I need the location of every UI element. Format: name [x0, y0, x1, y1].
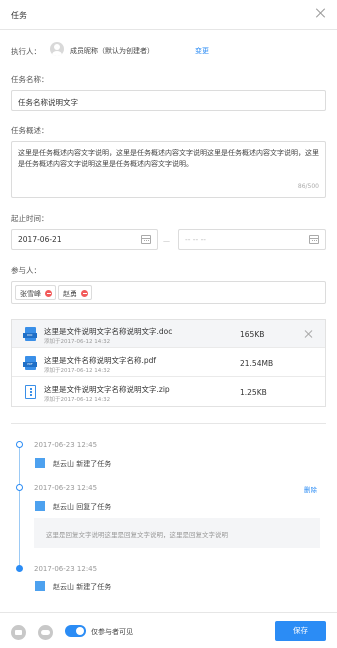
description-label: 任务概述：	[11, 126, 49, 135]
remove-participant-icon[interactable]	[45, 290, 52, 297]
file-size: 1.25KB	[240, 388, 267, 397]
participant-chip: 张雪峰	[15, 285, 56, 300]
owner-name: 成员昵称（默认为创建者）	[70, 47, 154, 55]
char-count: 86/500	[297, 183, 319, 190]
file-name[interactable]: 这里是文件名称说明文字名称.pdf	[44, 355, 156, 366]
task-name-input[interactable]: 任务名称说明文字	[11, 90, 326, 111]
timeline-line	[19, 446, 20, 568]
file-size: 165KB	[240, 330, 265, 339]
remove-participant-icon[interactable]	[81, 290, 88, 297]
participants-field[interactable]: 张雪峰 赵勇	[11, 281, 326, 304]
avatar	[50, 42, 64, 56]
zip-file-icon	[23, 385, 37, 399]
delete-reply-link[interactable]: 删除	[304, 484, 317, 494]
timeline-dot	[16, 441, 23, 448]
visibility-toggle[interactable]	[65, 625, 86, 637]
time-label: 起止时间：	[11, 214, 49, 223]
timeline-dot	[16, 565, 23, 572]
activity-icon	[35, 581, 45, 591]
file-date: 添加于2017-06-12 14:32	[44, 339, 111, 345]
divider	[11, 423, 326, 424]
file-item[interactable]: DOC 这里是文件说明文字名称说明文字.doc 添加于2017-06-12 14…	[12, 320, 325, 348]
activity-icon	[35, 458, 45, 468]
date-separator: —	[163, 237, 170, 245]
participant-chip: 赵勇	[58, 285, 92, 300]
file-name[interactable]: 这里是文件说明文字名称说明文字.doc	[44, 326, 172, 337]
visibility-toggle-label: 仅参与者可见	[91, 628, 133, 636]
start-date-value: 2017-06-21	[18, 235, 62, 244]
activity-icon	[35, 501, 45, 511]
timeline-action: 赵云山 新建了任务	[53, 460, 112, 468]
timeline-dot	[16, 484, 23, 491]
folder-icon[interactable]	[11, 625, 26, 640]
participants-label: 参与人：	[11, 266, 41, 275]
timeline-time: 2017-06-23 12:45	[34, 484, 98, 492]
file-date: 添加于2017-06-12 14:32	[44, 397, 111, 403]
file-name[interactable]: 这里是文件说明文字名称说明文字.zip	[44, 384, 170, 395]
file-item[interactable]: 这里是文件说明文字名称说明文字.zip 添加于2017-06-12 14:32 …	[12, 378, 325, 406]
timeline-time: 2017-06-23 12:45	[34, 441, 98, 449]
calendar-icon[interactable]	[141, 235, 151, 244]
file-item[interactable]: PDF 这里是文件名称说明文字名称.pdf 添加于2017-06-12 14:3…	[12, 349, 325, 377]
file-list: DOC 这里是文件说明文字名称说明文字.doc 添加于2017-06-12 14…	[11, 319, 326, 407]
save-button[interactable]: 保存	[275, 621, 326, 641]
participant-name: 张雪峰	[20, 290, 41, 298]
pdf-file-icon: PDF	[23, 356, 37, 370]
file-date: 添加于2017-06-12 14:32	[44, 368, 111, 374]
timeline-time: 2017-06-23 12:45	[34, 565, 98, 573]
dialog-footer: 仅参与者可见 保存	[0, 612, 337, 648]
owner-label: 执行人：	[11, 47, 41, 56]
doc-file-icon: DOC	[23, 327, 37, 341]
delete-file-icon[interactable]	[304, 329, 313, 338]
calendar-icon[interactable]	[309, 235, 319, 244]
change-owner-link[interactable]: 变更	[195, 46, 209, 56]
timeline-action: 赵云山 新建了任务	[53, 583, 112, 591]
participant-name: 赵勇	[63, 290, 77, 298]
end-date-placeholder: -- -- --	[185, 235, 207, 244]
file-size: 21.54MB	[240, 359, 274, 368]
reply-content: 这里是回复文字说明这里是回复文字说明，这里是回复文字说明	[34, 518, 320, 548]
start-date-input[interactable]: 2017-06-21	[11, 229, 158, 250]
task-name-label: 任务名称：	[11, 75, 49, 84]
cloud-upload-icon[interactable]	[38, 625, 53, 640]
dialog-title: 任务	[11, 11, 27, 20]
description-text: 这里是任务概述内容文字说明，这里是任务概述内容文字说明这里是任务概述内容文字说明…	[18, 149, 319, 168]
description-textarea[interactable]: 这里是任务概述内容文字说明，这里是任务概述内容文字说明这里是任务概述内容文字说明…	[11, 141, 326, 198]
end-date-input[interactable]: -- -- --	[178, 229, 326, 250]
timeline-action: 赵云山 回复了任务	[53, 503, 112, 511]
dialog-header: 任务	[0, 0, 337, 30]
close-icon[interactable]	[315, 7, 327, 19]
